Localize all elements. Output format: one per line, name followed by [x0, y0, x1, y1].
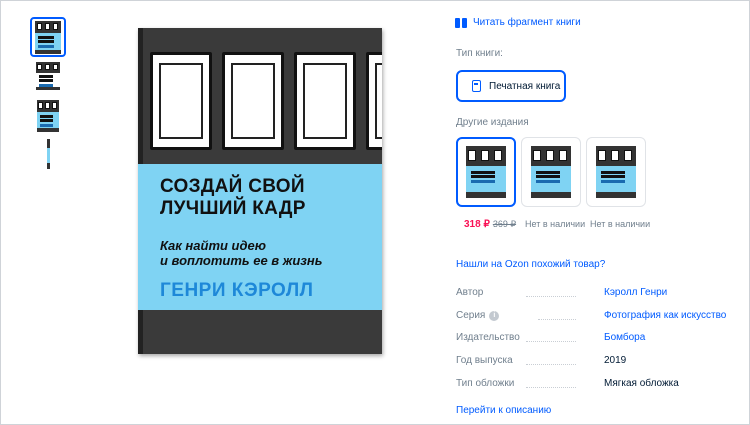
- spec-row-cover-type: Тип обложки Мягкая обложка: [456, 378, 726, 392]
- spec-author-link[interactable]: Кэролл Генри: [604, 287, 667, 298]
- thumbnail-3[interactable]: [30, 97, 66, 135]
- edition-card-3[interactable]: [586, 137, 646, 207]
- cover-subtitle: Как найти идею и воплотить ее в жизнь: [160, 238, 323, 268]
- edition-cover: [531, 146, 571, 198]
- similar-product-link[interactable]: Нашли на Ozon похожий товар?: [456, 259, 605, 270]
- edition-price-1: 318 ₽369 ₽: [464, 219, 516, 230]
- cover-author: ГЕНРИ КЭРОЛЛ: [160, 280, 314, 301]
- book-cover[interactable]: СОЗДАЙ СВОЙ ЛУЧШИЙ КАДР Как найти идею и…: [138, 28, 382, 354]
- old-price: 369 ₽: [492, 219, 517, 229]
- spec-row-author: Автор Кэролл Генри: [456, 287, 726, 301]
- spec-row-series: Серия i Фотография как искусство: [456, 310, 726, 324]
- spec-year-value: 2019: [604, 355, 627, 366]
- edition-card-1[interactable]: [456, 137, 516, 207]
- thumbnail-4[interactable]: [30, 137, 66, 171]
- spec-key: Тип обложки: [456, 378, 515, 389]
- info-icon[interactable]: i: [489, 310, 500, 321]
- spec-key: Серия: [456, 310, 486, 321]
- thumbnail-2[interactable]: [30, 59, 66, 93]
- spec-series-link[interactable]: Фотография как искусство: [604, 310, 726, 321]
- spec-key: Издательство: [456, 332, 520, 343]
- other-editions-label: Другие издания: [456, 117, 529, 128]
- thumbnail-cover: [35, 20, 61, 54]
- goto-description-link[interactable]: Перейти к описанию: [456, 405, 551, 416]
- thumbnail-cover: [37, 100, 59, 132]
- current-price: 318 ₽: [464, 219, 490, 230]
- document-icon: [472, 80, 481, 92]
- book-type-printed-button[interactable]: Печатная книга: [456, 70, 566, 102]
- edition-cover: [466, 146, 506, 198]
- book-type-option-label: Печатная книга: [489, 80, 561, 92]
- spec-row-publisher: Издательство Бомбора: [456, 332, 726, 346]
- thumbnail-cover: [36, 62, 60, 90]
- edition-status-2: Нет в наличии: [525, 219, 586, 229]
- spec-cover-type-value: Мягкая обложка: [604, 378, 679, 389]
- open-book-icon: [455, 17, 467, 28]
- spec-publisher-link[interactable]: Бомбора: [604, 332, 645, 343]
- edition-cover: [596, 146, 636, 198]
- book-type-label: Тип книги:: [456, 48, 503, 59]
- spec-key: Год выпуска: [456, 355, 513, 366]
- thumbnail-spine: [46, 139, 50, 169]
- read-fragment-label: Читать фрагмент книги: [473, 17, 581, 28]
- thumbnail-1[interactable]: [30, 17, 66, 57]
- cover-photo-frames: [138, 40, 382, 152]
- edition-status-3: Нет в наличии: [590, 219, 651, 229]
- spec-key: Автор: [456, 287, 484, 298]
- cover-title: СОЗДАЙ СВОЙ ЛУЧШИЙ КАДР: [160, 176, 306, 219]
- read-fragment-link[interactable]: Читать фрагмент книги: [455, 17, 581, 28]
- edition-card-2[interactable]: [521, 137, 581, 207]
- spec-row-year: Год выпуска 2019: [456, 355, 726, 369]
